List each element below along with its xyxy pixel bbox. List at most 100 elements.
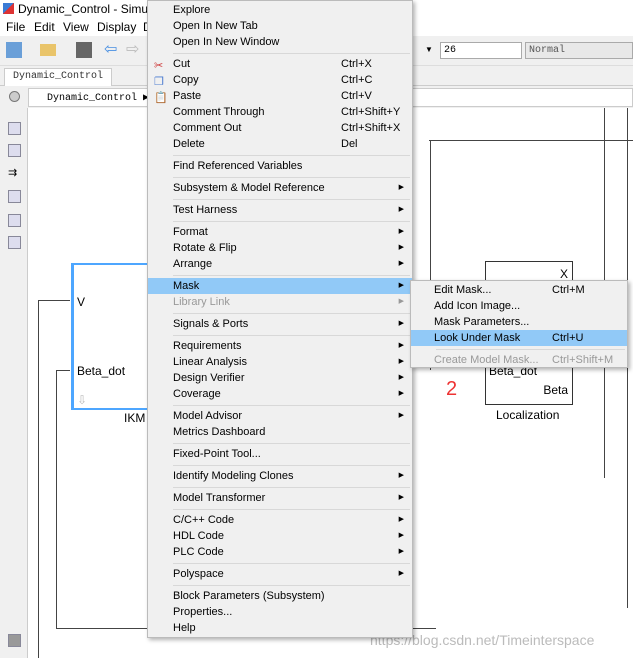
menu-item-label: Edit Mask... xyxy=(434,284,492,296)
menu-item-mask[interactable]: Mask ▶ xyxy=(148,278,412,294)
open-folder-icon[interactable] xyxy=(40,44,56,56)
menu-item-identify-modeling-clones[interactable]: Identify Modeling Clones ▶ xyxy=(148,468,412,484)
hide-explorer-icon[interactable] xyxy=(9,91,20,102)
menu-item-block-parameters-subsystem[interactable]: Block Parameters (Subsystem) xyxy=(148,588,412,604)
menu-item-label: Find Referenced Variables xyxy=(173,160,303,172)
menu-item-label: HDL Code xyxy=(173,530,224,542)
simulation-mode-select[interactable]: Normal xyxy=(525,42,633,59)
menu-item-label: Signals & Ports xyxy=(173,318,249,330)
annotation-icon[interactable] xyxy=(8,190,21,203)
shortcut-label: Ctrl+Shift+X xyxy=(341,122,401,134)
menu-item-model-advisor[interactable]: Model Advisor ▶ xyxy=(148,408,412,424)
menu-item-rotate-flip[interactable]: Rotate & Flip ▶ xyxy=(148,240,412,256)
menu-item-find-referenced-variables[interactable]: Find Referenced Variables xyxy=(148,158,412,174)
context-menu: Explore Open In New Tab Open In New Window… xyxy=(147,0,413,638)
menu-item-comment-through[interactable]: Comment Through Ctrl+Shift+Y xyxy=(148,104,412,120)
menu-item-label: Open In New Window xyxy=(173,36,280,48)
menu-item-label: Delete xyxy=(173,138,205,150)
menu-item-add-icon-image[interactable]: Add Icon Image... xyxy=(411,298,627,314)
menu-item-hdl-code[interactable]: HDL Code ▶ xyxy=(148,528,412,544)
submenu-arrow-icon: ▶ xyxy=(398,390,404,397)
menu-item-label: Linear Analysis xyxy=(173,356,247,368)
new-model-icon[interactable] xyxy=(6,42,22,58)
menu-item-library-link[interactable]: Library Link ▶ xyxy=(148,294,412,310)
submenu-arrow-icon: ▶ xyxy=(398,374,404,381)
menu-item-requirements[interactable]: Requirements ▶ xyxy=(148,338,412,354)
menu-item-metrics-dashboard[interactable]: Metrics Dashboard xyxy=(148,424,412,440)
menu-item-look-under-mask[interactable]: Look Under Mask Ctrl+U xyxy=(411,330,627,346)
submenu-arrow-icon: ▶ xyxy=(398,206,404,213)
submenu-arrow-icon: ▶ xyxy=(398,320,404,327)
port-v: V xyxy=(77,295,86,309)
submenu-arrow-icon: ▶ xyxy=(398,244,404,251)
submenu-arrow-icon: ▶ xyxy=(398,184,404,191)
menu-item-label: PLC Code xyxy=(173,546,224,558)
submenu-arrow-icon: ▶ xyxy=(398,342,404,349)
menu-item-label: Rotate & Flip xyxy=(173,242,237,254)
zoom-icon[interactable] xyxy=(8,122,21,135)
screenshot-icon[interactable] xyxy=(8,634,21,647)
menu-item-mask-parameters[interactable]: Mask Parameters... xyxy=(411,314,627,330)
breadcrumb-model[interactable]: Dynamic_Control xyxy=(47,93,137,104)
menu-item-design-verifier[interactable]: Design Verifier ▶ xyxy=(148,370,412,386)
menu-item-model-transformer[interactable]: Model Transformer ▶ xyxy=(148,490,412,506)
menu-item-coverage[interactable]: Coverage ▶ xyxy=(148,386,412,402)
menu-item-label: Fixed-Point Tool... xyxy=(173,448,261,460)
menu-view[interactable]: View xyxy=(63,20,89,34)
menu-item-format[interactable]: Format ▶ xyxy=(148,224,412,240)
submenu-arrow-icon: ▶ xyxy=(398,516,404,523)
menu-file[interactable]: File xyxy=(6,20,25,34)
submenu-arrow-icon: ▶ xyxy=(398,282,404,289)
menu-item-label: Add Icon Image... xyxy=(434,300,521,312)
menu-item-label: Properties... xyxy=(173,606,233,618)
menu-item-test-harness[interactable]: Test Harness ▶ xyxy=(148,202,412,218)
menu-item-edit-mask[interactable]: Edit Mask... Ctrl+M xyxy=(411,282,627,298)
menu-item-label: Comment Out xyxy=(173,122,242,134)
dropdown-arrow-icon[interactable]: ▼ xyxy=(425,45,433,54)
mask-submenu: Edit Mask... Ctrl+M Add Icon Image... Mask … xyxy=(410,280,628,368)
menu-item-signals-ports[interactable]: Signals & Ports ▶ xyxy=(148,316,412,332)
menu-item-label: Coverage xyxy=(173,388,221,400)
menu-item-c-c-code[interactable]: C/C++ Code ▶ xyxy=(148,512,412,528)
menu-item-comment-out[interactable]: Comment Out Ctrl+Shift+X xyxy=(148,120,412,136)
tab-dynamic-control[interactable]: Dynamic_Control xyxy=(4,68,113,86)
menu-display[interactable]: Display xyxy=(97,20,136,34)
forward-arrow-icon[interactable]: ⇨ xyxy=(126,39,142,58)
localization-label: Localization xyxy=(496,408,560,422)
back-arrow-icon[interactable]: ⇦ xyxy=(104,39,120,58)
shortcut-label: Ctrl+M xyxy=(552,284,585,296)
menu-item-explore[interactable]: Explore xyxy=(148,2,412,18)
menu-item-label: Arrange xyxy=(173,258,213,270)
menu-item-properties[interactable]: Properties... xyxy=(148,604,412,620)
menu-item-subsystem-model-reference[interactable]: Subsystem & Model Reference ▶ xyxy=(148,180,412,196)
menu-item-label: Open In New Tab xyxy=(173,20,258,32)
fit-to-view-icon[interactable] xyxy=(8,144,21,157)
save-icon[interactable] xyxy=(76,42,92,58)
menu-item-linear-analysis[interactable]: Linear Analysis ▶ xyxy=(148,354,412,370)
menu-item-arrange[interactable]: Arrange ▶ xyxy=(148,256,412,272)
menu-item-delete[interactable]: Delete Del xyxy=(148,136,412,152)
menu-item-copy[interactable]: ❐ Copy Ctrl+C xyxy=(148,72,412,88)
area-icon[interactable] xyxy=(8,236,21,249)
submenu-arrow-icon: ▶ xyxy=(398,494,404,501)
menu-item-fixed-point-tool[interactable]: Fixed-Point Tool... xyxy=(148,446,412,462)
menu-item-create-model-mask[interactable]: Create Model Mask... Ctrl+Shift+M xyxy=(411,352,627,368)
zoom-input[interactable]: 26 xyxy=(440,42,522,59)
menu-item-plc-code[interactable]: PLC Code ▶ xyxy=(148,544,412,560)
menu-item-help[interactable]: Help xyxy=(148,620,412,636)
shortcut-label: Ctrl+X xyxy=(341,58,372,70)
menu-item-polyspace[interactable]: Polyspace ▶ xyxy=(148,566,412,582)
menu-item-open-in-new-window[interactable]: Open In New Window xyxy=(148,34,412,50)
menu-edit[interactable]: Edit xyxy=(34,20,55,34)
menu-item-label: Comment Through xyxy=(173,106,265,118)
menu-item-cut[interactable]: ✂ Cut Ctrl+X xyxy=(148,56,412,72)
simulink-logo-icon xyxy=(3,3,14,14)
submenu-arrow-icon: ▶ xyxy=(398,260,404,267)
menu-item-label: Mask xyxy=(173,280,200,292)
image-icon[interactable] xyxy=(8,214,21,227)
arrows-icon[interactable]: ⇉ xyxy=(8,166,21,179)
ikm-label: IKM xyxy=(124,411,146,425)
menu-item-open-in-new-tab[interactable]: Open In New Tab xyxy=(148,18,412,34)
shortcut-label: Ctrl+C xyxy=(341,74,373,86)
menu-item-paste[interactable]: 📋 Paste Ctrl+V xyxy=(148,88,412,104)
